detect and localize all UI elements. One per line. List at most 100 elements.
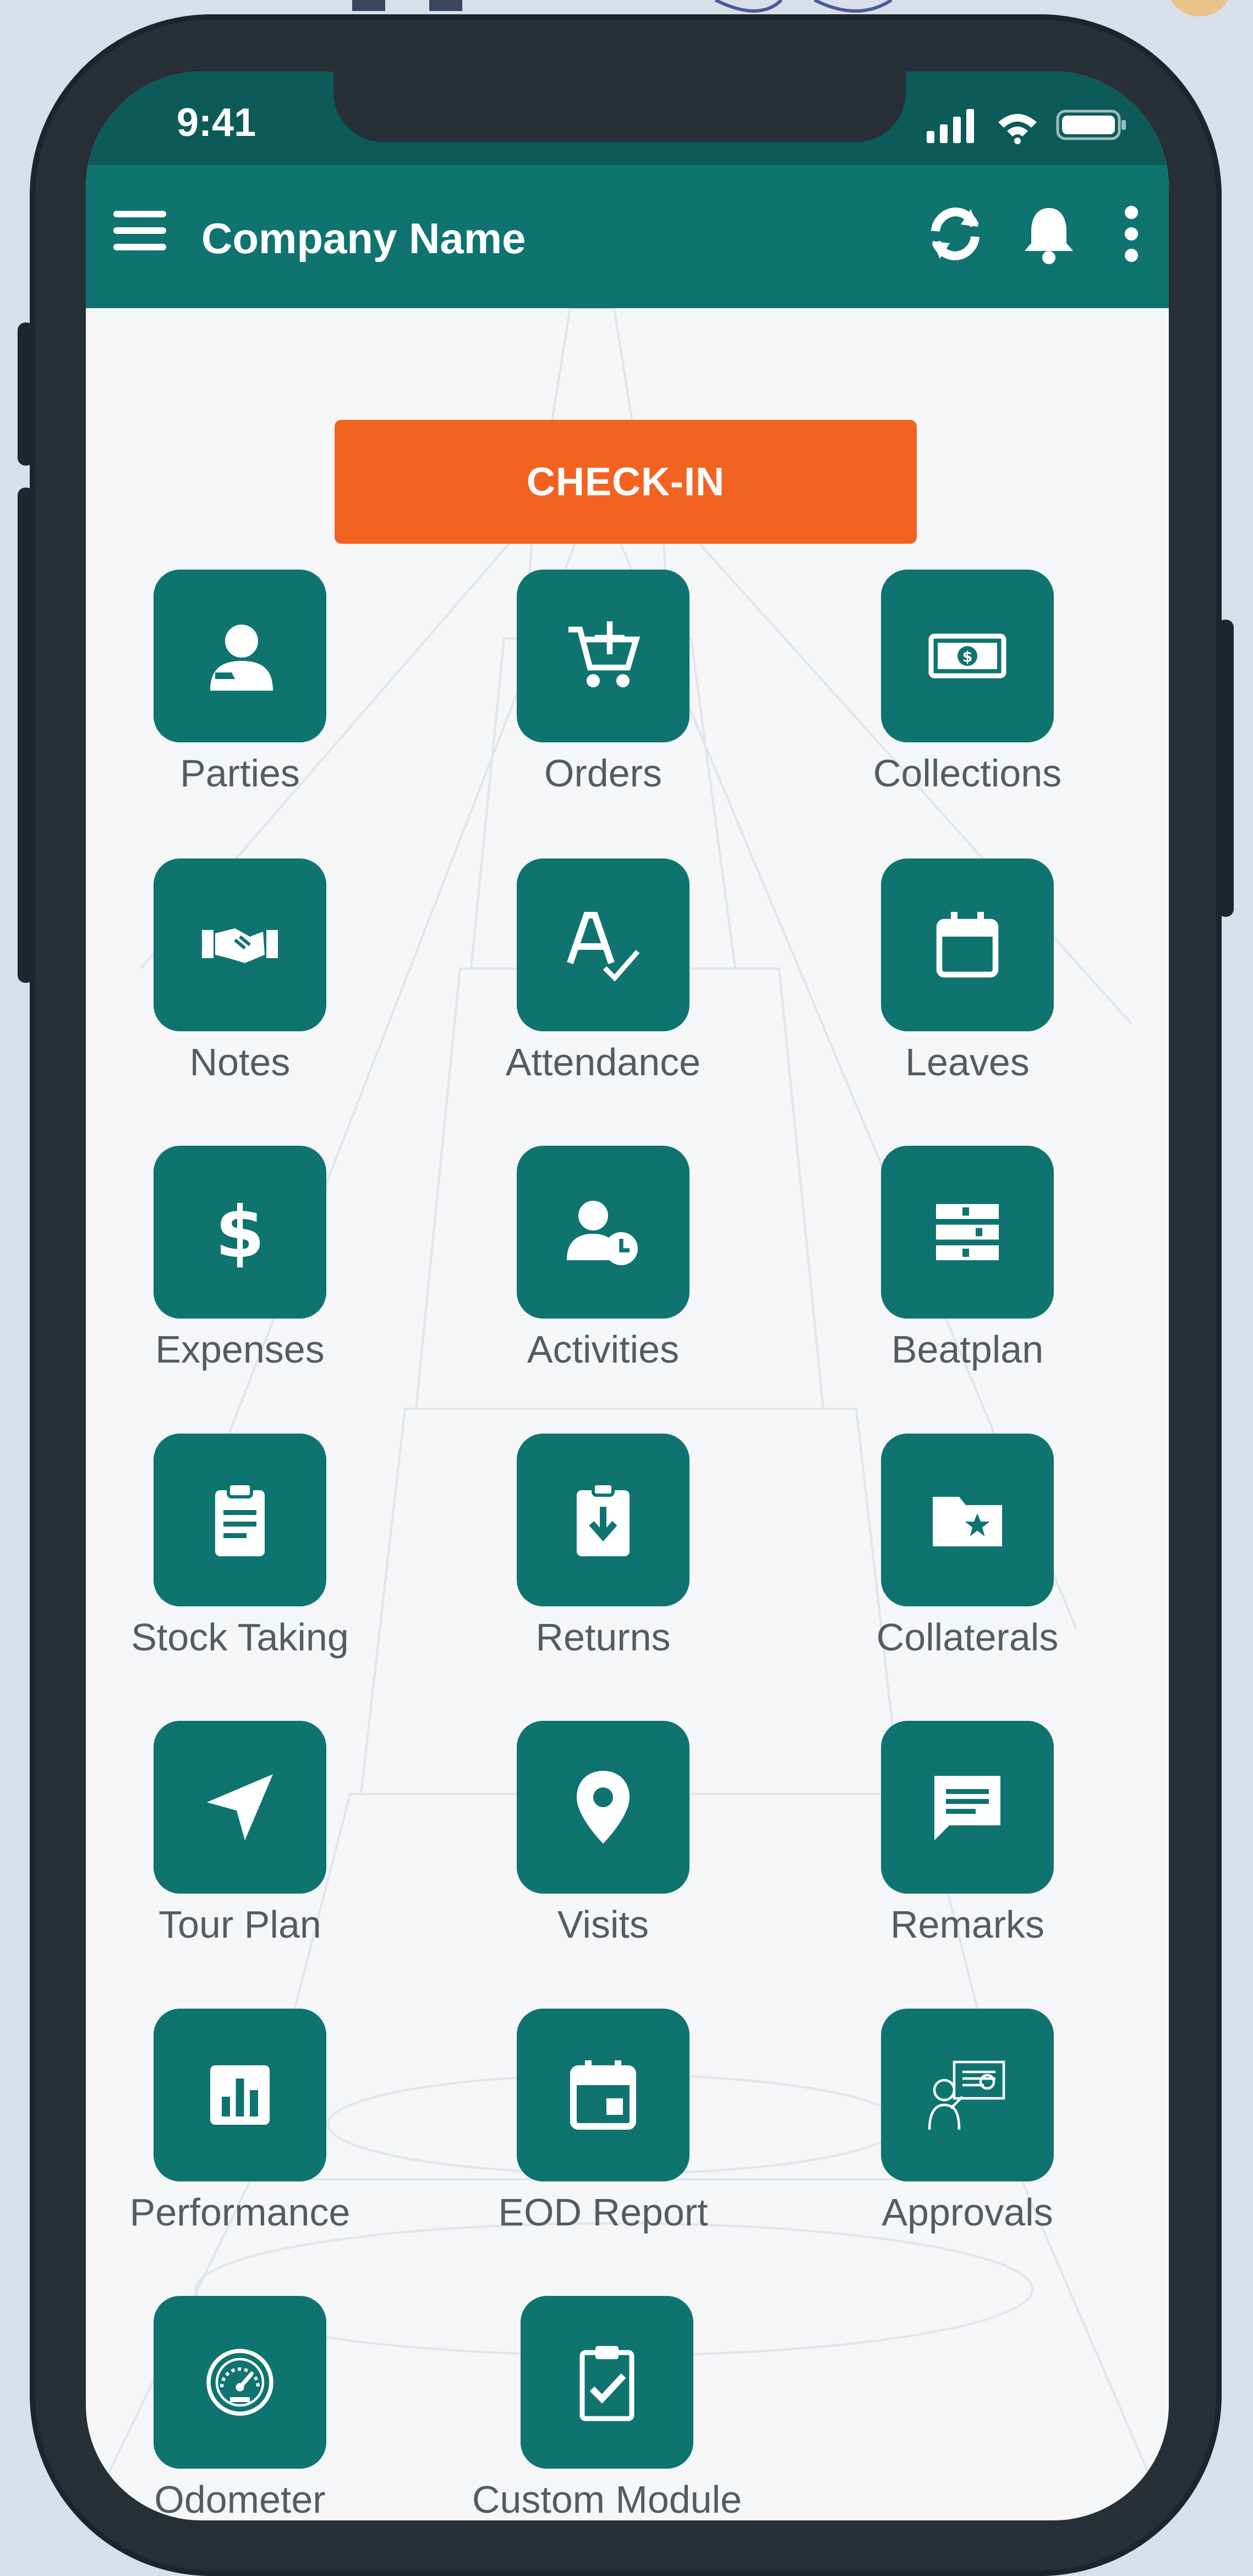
module-button[interactable]	[517, 2009, 690, 2181]
svg-text:$: $	[962, 649, 973, 666]
module-label: EOD Report	[498, 2191, 708, 2234]
bar-chart-icon	[210, 2065, 270, 2125]
module-button[interactable]	[881, 2009, 1054, 2181]
module-label: Notes	[189, 1041, 291, 1084]
clipboard-check-icon	[579, 2346, 634, 2421]
refresh-icon[interactable]	[922, 198, 988, 270]
phone-screen: 9:41 Company Name CHECK-IN Parties Order…	[86, 72, 1169, 2520]
module-tile-custom-module[interactable]: Custom Module	[453, 2296, 761, 2520]
module-tile-returns[interactable]: Returns	[449, 1434, 757, 1687]
clipboard-icon	[215, 1482, 265, 1556]
user-clock-icon	[567, 1201, 638, 1265]
module-tile-remarks[interactable]: Remarks	[813, 1721, 1121, 1974]
module-label: Collections	[873, 752, 1062, 795]
money-icon: $	[928, 633, 1006, 679]
module-label: Collaterals	[876, 1616, 1059, 1659]
module-label: Visits	[557, 1903, 649, 1946]
module-tile-attendance[interactable]: Attendance	[449, 858, 757, 1112]
module-label: Leaves	[905, 1041, 1030, 1084]
list-stack-icon	[936, 1204, 999, 1260]
module-button[interactable]	[521, 2296, 693, 2469]
module-button[interactable]	[881, 1721, 1054, 1894]
module-button[interactable]	[517, 1146, 690, 1319]
handshake-icon	[202, 928, 278, 963]
module-label: Beatplan	[891, 1328, 1044, 1371]
module-button[interactable]	[154, 2296, 326, 2469]
module-button[interactable]	[881, 1434, 1054, 1606]
module-label: Parties	[180, 752, 300, 795]
module-label: Orders	[544, 752, 662, 795]
module-label: Returns	[535, 1616, 671, 1659]
person-icon	[210, 625, 273, 691]
module-label: Odometer	[154, 2478, 326, 2520]
dashboard-content: CHECK-IN Parties Orders $ Collections No…	[86, 308, 1169, 2520]
check-in-button[interactable]: CHECK-IN	[335, 420, 917, 544]
spellcheck-icon	[567, 912, 640, 982]
module-tile-approvals[interactable]: Approvals	[813, 2009, 1121, 2262]
module-button[interactable]	[154, 858, 326, 1031]
wifi-icon	[998, 114, 1037, 144]
app-bar: Company Name	[86, 165, 1169, 308]
module-tile-eod-report[interactable]: EOD Report	[449, 2009, 757, 2262]
module-tile-parties[interactable]: Parties	[86, 570, 394, 823]
module-tile-visits[interactable]: Visits	[449, 1721, 757, 1974]
module-button[interactable]	[881, 858, 1054, 1031]
speedometer-icon	[206, 2349, 273, 2416]
module-tile-stock-taking[interactable]: Stock Taking	[86, 1434, 394, 1687]
module-tile-activities[interactable]: Activities	[449, 1146, 757, 1399]
module-tile-orders[interactable]: Orders	[449, 570, 757, 823]
svg-text:$: $	[215, 1191, 265, 1273]
calendar-icon	[936, 912, 999, 978]
module-label: Remarks	[890, 1903, 1045, 1946]
location-pin-icon	[577, 1771, 630, 1844]
module-button[interactable]	[881, 1146, 1054, 1319]
module-tile-beatplan[interactable]: Beatplan	[813, 1146, 1121, 1399]
event-icon	[570, 2060, 636, 2130]
module-button[interactable]	[154, 2009, 326, 2181]
module-button[interactable]: $	[154, 1146, 326, 1319]
bell-icon[interactable]	[1016, 198, 1082, 270]
module-tile-notes[interactable]: Notes	[86, 858, 394, 1112]
module-label: Expenses	[155, 1328, 325, 1371]
side-button	[1217, 620, 1234, 917]
module-tile-tour-plan[interactable]: Tour Plan	[86, 1721, 394, 1974]
module-label: Performance	[129, 2191, 351, 2234]
approval-board-icon	[928, 2060, 1005, 2130]
menu-icon[interactable]	[108, 201, 174, 261]
status-icons	[927, 109, 1126, 144]
module-label: Attendance	[505, 1041, 701, 1084]
module-button[interactable]	[154, 1721, 326, 1894]
star-folder-icon	[933, 1497, 1002, 1546]
module-tile-odometer[interactable]: Odometer	[86, 2296, 394, 2520]
module-label: Approvals	[882, 2191, 1053, 2234]
module-button[interactable]	[154, 570, 326, 742]
status-time: 9:41	[177, 101, 256, 145]
module-label: Custom Module	[472, 2478, 742, 2520]
module-button[interactable]	[517, 1434, 690, 1606]
module-tile-leaves[interactable]: Leaves	[813, 858, 1121, 1112]
company-title: Company Name	[201, 214, 526, 262]
chat-bubble-icon	[934, 1776, 1000, 1840]
download-box-icon	[577, 1482, 630, 1556]
battery-icon	[1056, 110, 1126, 140]
side-button	[18, 488, 34, 983]
more-vert-icon[interactable]	[1098, 198, 1164, 270]
side-button	[18, 322, 34, 466]
module-tile-collections[interactable]: $ Collections	[813, 570, 1121, 823]
module-label: Stock Taking	[131, 1616, 349, 1659]
module-label: Tour Plan	[158, 1903, 321, 1946]
module-tile-collaterals[interactable]: Collaterals	[813, 1434, 1121, 1687]
module-button[interactable]	[517, 570, 690, 742]
dollar-icon: $	[215, 1191, 265, 1273]
cart-add-icon	[568, 621, 641, 687]
module-tile-performance[interactable]: Performance	[86, 2009, 394, 2262]
module-tile-expenses[interactable]: $ Expenses	[86, 1146, 394, 1399]
module-button[interactable]	[154, 1434, 326, 1606]
navigation-arrow-icon	[207, 1774, 273, 1840]
module-label: Activities	[527, 1328, 680, 1371]
module-button[interactable]	[517, 1721, 690, 1894]
module-button[interactable]: $	[881, 570, 1054, 742]
signal-icon	[927, 109, 974, 143]
module-button[interactable]	[517, 858, 690, 1031]
phone-notch	[333, 72, 906, 142]
